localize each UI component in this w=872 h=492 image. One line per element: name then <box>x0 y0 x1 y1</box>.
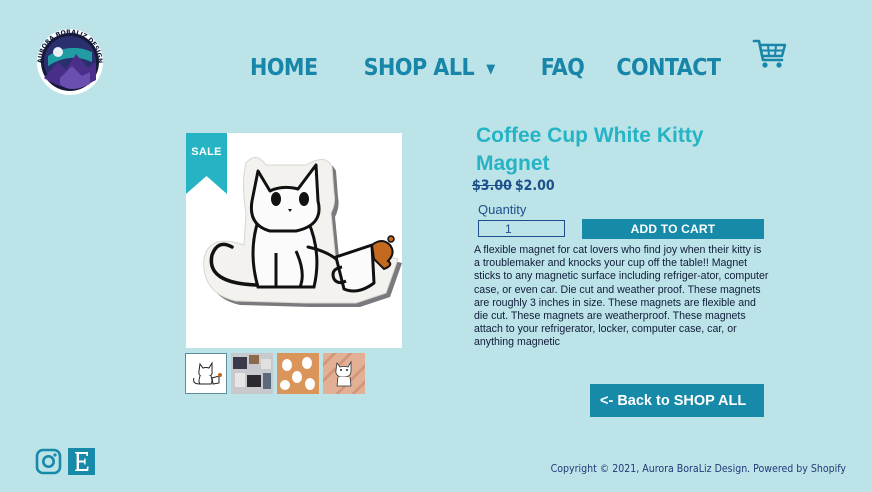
footer-copyright: Copyright © 2021, Aurora BoraLiz Design.… <box>550 463 846 475</box>
price-block: $3.00 $2.00 <box>472 178 555 194</box>
social-links <box>35 448 95 475</box>
chevron-down-icon[interactable]: ▼ <box>486 62 495 77</box>
shopping-cart-icon[interactable] <box>752 38 788 70</box>
sale-badge-label: SALE <box>191 146 222 158</box>
nav-contact-label: CONTACT <box>616 55 721 81</box>
thumbnail-3[interactable] <box>277 353 319 394</box>
thumbnail-4[interactable] <box>323 353 365 394</box>
nav-faq-label: FAQ <box>540 55 585 81</box>
brand-logo[interactable]: AURORA BORALIZ DESIGN <box>30 18 110 98</box>
nav-faq[interactable]: FAQ <box>541 55 585 81</box>
quantity-label: Quantity <box>478 202 527 217</box>
nav-home-label: HOME <box>250 55 318 81</box>
price-original: $3.00 <box>472 178 512 194</box>
sale-badge: SALE <box>186 133 227 194</box>
quantity-input[interactable] <box>478 220 565 237</box>
nav-contact[interactable]: CONTACT <box>616 55 721 81</box>
add-to-cart-button[interactable]: ADD TO CART <box>582 219 764 239</box>
back-to-shop-button[interactable]: <- Back to SHOP ALL <box>590 384 764 417</box>
thumbnail-2[interactable] <box>231 353 273 394</box>
main-nav: HOME SHOP ALL ▼ FAQ CONTACT <box>250 55 721 81</box>
price-sale: $2.00 <box>514 178 555 194</box>
nav-shop-all-label: SHOP ALL <box>363 55 475 81</box>
etsy-icon[interactable] <box>68 448 95 475</box>
nav-home[interactable]: HOME <box>250 55 318 81</box>
instagram-icon[interactable] <box>35 448 62 475</box>
product-title: Coffee Cup White Kitty Magnet <box>476 124 704 175</box>
product-description: A flexible magnet for cat lovers who fin… <box>474 244 769 349</box>
thumbnail-strip <box>185 353 365 394</box>
thumbnail-1[interactable] <box>185 353 227 394</box>
nav-shop-all[interactable]: SHOP ALL ▼ <box>363 55 496 81</box>
product-main-image[interactable]: SALE <box>186 133 402 348</box>
